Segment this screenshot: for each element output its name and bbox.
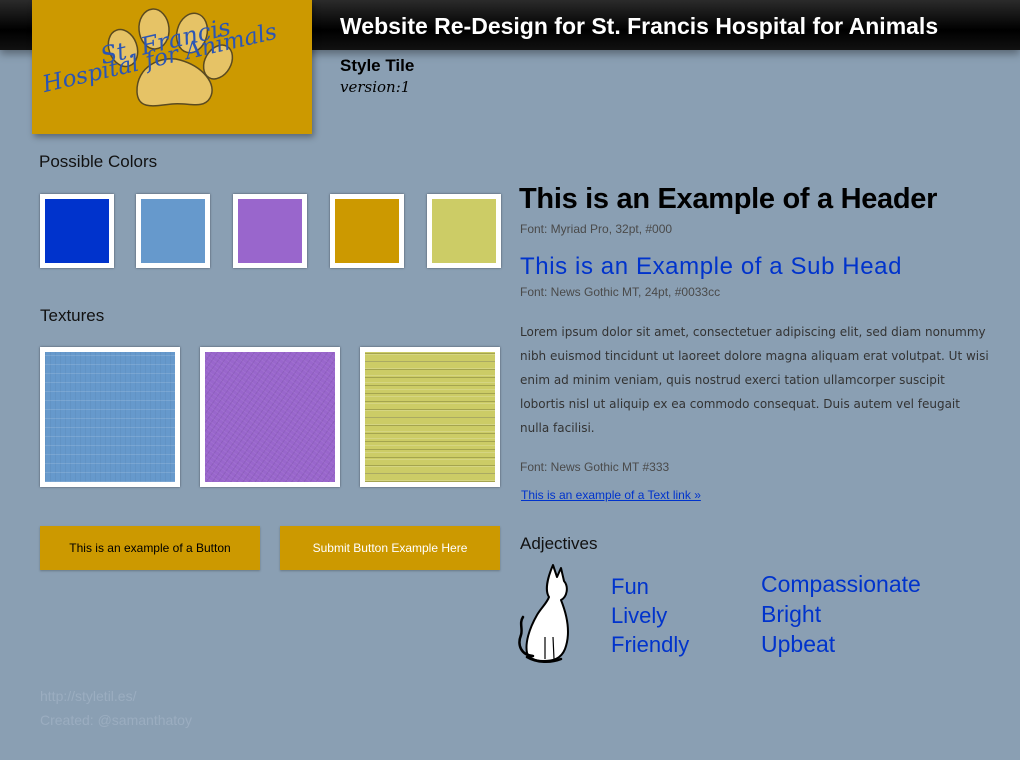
footer-url: http://styletil.es/ bbox=[40, 688, 137, 704]
adjective-item: Bright bbox=[761, 601, 822, 627]
body-text: Lorem ipsum dolor sit amet, consectetuer… bbox=[520, 325, 989, 435]
example-subhead: This is an Example of a Sub Head bbox=[520, 253, 903, 280]
texture-yellow bbox=[360, 347, 500, 487]
color-swatch-light-blue bbox=[136, 194, 210, 268]
submit-button[interactable]: Submit Button Example Here bbox=[280, 526, 500, 570]
footer-credit: Created: @samanthatoy bbox=[40, 712, 192, 728]
hospital-logo: St. Francis Hospital for Animals bbox=[32, 0, 312, 134]
cat-icon bbox=[518, 564, 569, 663]
body-font-note: Font: News Gothic MT #333 bbox=[520, 460, 670, 474]
textures-label: Textures bbox=[40, 306, 105, 325]
texture-purple bbox=[200, 347, 340, 487]
texture-blue bbox=[40, 347, 180, 487]
example-header: This is an Example of a Header bbox=[519, 183, 938, 215]
color-swatch-gold bbox=[330, 194, 404, 268]
adjective-item: Fun bbox=[611, 574, 649, 599]
example-text-link[interactable]: This is an example of a Text link » bbox=[521, 488, 701, 502]
site-title: Website Re-Design for St. Francis Hospit… bbox=[340, 13, 939, 39]
possible-colors-label: Possible Colors bbox=[39, 152, 158, 171]
adjective-item: Upbeat bbox=[761, 631, 836, 657]
color-swatch-purple bbox=[233, 194, 307, 268]
adjectives-column-1: Fun Lively Friendly bbox=[611, 572, 689, 659]
example-button[interactable]: This is an example of a Button bbox=[40, 526, 260, 570]
adjectives-column-2: Compassionate Bright Upbeat bbox=[761, 569, 921, 659]
adjective-item: Compassionate bbox=[761, 571, 921, 597]
color-swatch-yellow-green bbox=[427, 194, 501, 268]
adjective-item: Lively bbox=[611, 603, 668, 628]
adjectives-label: Adjectives bbox=[520, 534, 598, 553]
color-swatch-blue bbox=[40, 194, 114, 268]
adjective-item: Friendly bbox=[611, 632, 690, 657]
header-font-note: Font: Myriad Pro, 32pt, #000 bbox=[520, 222, 673, 236]
version-label: version:1 bbox=[340, 78, 411, 96]
subhead-font-note: Font: News Gothic MT, 24pt, #0033cc bbox=[520, 285, 721, 299]
style-tile-label: Style Tile bbox=[340, 56, 415, 75]
